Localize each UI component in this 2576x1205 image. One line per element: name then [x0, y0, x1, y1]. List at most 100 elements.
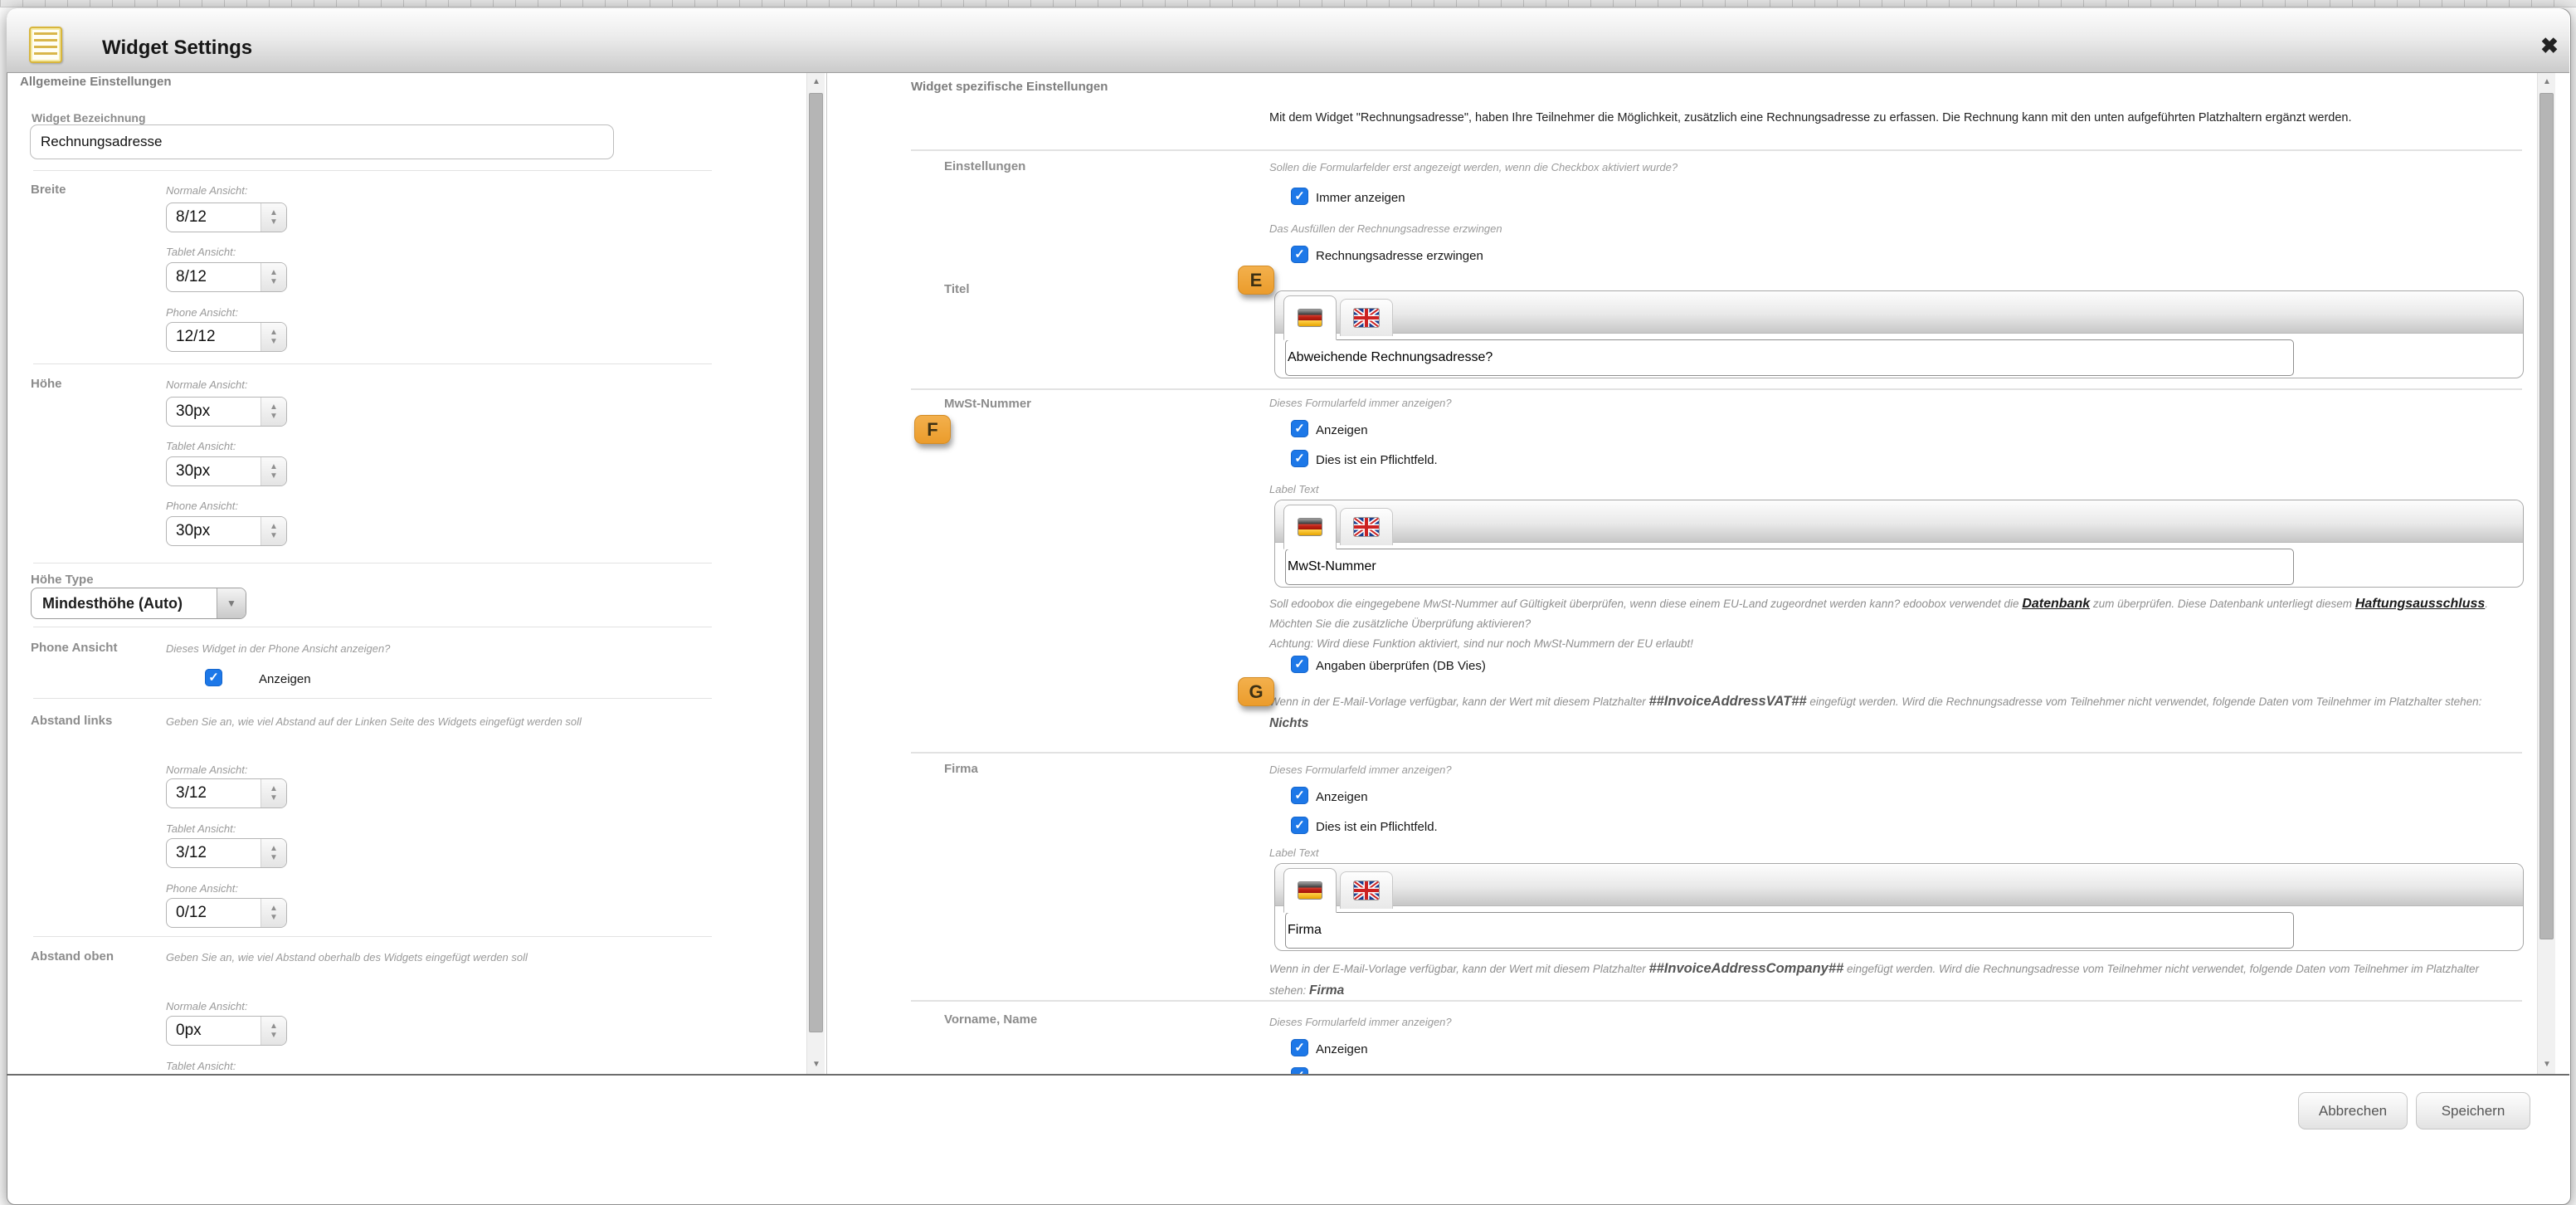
spinner-up-icon[interactable]: ▲ — [270, 209, 278, 217]
check-icon: ✓ — [1294, 789, 1305, 802]
disclaimer-link[interactable]: Haftungsausschluss — [2355, 597, 2485, 611]
vat-show-checkbox[interactable]: ✓ — [1291, 420, 1308, 437]
divider — [33, 936, 712, 937]
name-required-checkbox-clipped[interactable]: ✓ — [1291, 1067, 1308, 1074]
divider — [33, 698, 712, 699]
width-tablet-spinner[interactable]: 8/12 ▲▼ — [166, 262, 287, 292]
right-panel-scrollbar[interactable]: ▲ ▼ — [2537, 73, 2555, 1074]
spinner-down-icon[interactable]: ▼ — [270, 278, 278, 285]
spinner-buttons[interactable]: ▲▼ — [261, 263, 286, 291]
spinner-down-icon[interactable]: ▼ — [270, 218, 278, 226]
spinner-buttons[interactable]: ▲▼ — [261, 517, 286, 545]
spinner-down-icon[interactable]: ▼ — [270, 1032, 278, 1039]
spinner-up-icon[interactable]: ▲ — [270, 785, 278, 793]
scroll-down-icon[interactable]: ▼ — [807, 1056, 825, 1074]
spinner-down-icon[interactable]: ▼ — [270, 338, 278, 345]
widget-name-input[interactable] — [30, 124, 614, 159]
select-dropdown-button[interactable]: ▼ — [217, 588, 246, 618]
check-icon: ✓ — [1294, 248, 1305, 261]
height-type-select[interactable]: Mindesthöhe (Auto) ▼ — [31, 588, 246, 619]
tab-english[interactable] — [1340, 508, 1393, 545]
spinner-up-icon[interactable]: ▲ — [270, 523, 278, 530]
dialog-title: Widget Settings — [102, 37, 252, 60]
vat-label-text-caption: Label Text — [1269, 483, 1319, 495]
scroll-down-icon[interactable]: ▼ — [2538, 1056, 2556, 1074]
force-invoice-address-checkbox[interactable]: ✓ — [1291, 246, 1308, 263]
check-icon: ✓ — [1294, 658, 1305, 671]
spinner-up-icon[interactable]: ▲ — [270, 269, 278, 276]
height-phone-spinner[interactable]: 30px ▲▼ — [166, 516, 287, 546]
spinner-down-icon[interactable]: ▼ — [270, 914, 278, 921]
select-value: Mindesthöhe (Auto) — [32, 595, 217, 612]
tab-german[interactable] — [1283, 868, 1337, 913]
scroll-up-icon[interactable]: ▲ — [807, 73, 825, 91]
spinner-buttons[interactable]: ▲▼ — [261, 323, 286, 351]
database-link[interactable]: Datenbank — [2022, 597, 2090, 611]
always-show-checkbox[interactable]: ✓ — [1291, 188, 1308, 205]
vat-verify-checkbox[interactable]: ✓ — [1291, 656, 1308, 673]
spinner-value: 30px — [167, 402, 261, 421]
width-phone-spinner[interactable]: 12/12 ▲▼ — [166, 322, 287, 352]
spinner-down-icon[interactable]: ▼ — [270, 794, 278, 802]
vat-required-checkbox-label: Dies ist ein Pflichtfeld. — [1316, 453, 1438, 467]
margin-left-normal-spinner[interactable]: 3/12 ▲▼ — [166, 778, 287, 808]
vat-required-checkbox[interactable]: ✓ — [1291, 450, 1308, 467]
spinner-value: 3/12 — [167, 784, 261, 803]
name-show-checkbox[interactable]: ✓ — [1291, 1039, 1308, 1056]
divider — [33, 170, 712, 171]
height-normal-spinner[interactable]: 30px ▲▼ — [166, 397, 287, 427]
spinner-buttons[interactable]: ▲▼ — [261, 203, 286, 232]
spinner-down-icon[interactable]: ▼ — [270, 472, 278, 480]
tab-english[interactable] — [1340, 871, 1393, 909]
spinner-buttons[interactable]: ▲▼ — [261, 457, 286, 485]
tab-german[interactable] — [1283, 295, 1337, 340]
company-label-input[interactable] — [1285, 912, 2294, 949]
tab-english[interactable] — [1340, 299, 1393, 336]
spinner-buttons[interactable]: ▲▼ — [261, 839, 286, 867]
company-show-checkbox[interactable]: ✓ — [1291, 787, 1308, 804]
company-placeholder-paragraph: Wenn in der E-Mail-Vorlage verfügbar, ka… — [1269, 958, 2518, 1002]
spinner-up-icon[interactable]: ▲ — [270, 1022, 278, 1030]
scroll-up-icon[interactable]: ▲ — [2538, 73, 2556, 91]
spinner-up-icon[interactable]: ▲ — [270, 463, 278, 471]
save-button[interactable]: Speichern — [2416, 1092, 2530, 1129]
left-panel-scrollbar[interactable]: ▲ ▼ — [806, 73, 825, 1074]
uk-flag-icon — [1353, 517, 1380, 537]
divider — [911, 388, 2522, 390]
margin-left-phone-spinner[interactable]: 0/12 ▲▼ — [166, 898, 287, 928]
spinner-down-icon[interactable]: ▼ — [270, 412, 278, 420]
tab-german[interactable] — [1283, 505, 1337, 549]
spinner-down-icon[interactable]: ▼ — [270, 532, 278, 539]
cancel-button[interactable]: Abbrechen — [2298, 1092, 2408, 1129]
spinner-down-icon[interactable]: ▼ — [270, 854, 278, 861]
phone-view-checkbox[interactable]: ✓ — [205, 669, 222, 686]
close-icon[interactable]: ✖ — [2535, 32, 2564, 60]
spinner-up-icon[interactable]: ▲ — [270, 403, 278, 411]
width-normal-spinner[interactable]: 8/12 ▲▼ — [166, 202, 287, 232]
vat-label-input[interactable] — [1285, 549, 2294, 585]
normal-view-label: Normale Ansicht: — [166, 378, 248, 391]
check-icon: ✓ — [1294, 819, 1305, 832]
spinner-buttons[interactable]: ▲▼ — [261, 779, 286, 807]
spinner-up-icon[interactable]: ▲ — [270, 905, 278, 912]
scrollbar-thumb[interactable] — [809, 93, 823, 1032]
company-label-text-caption: Label Text — [1269, 846, 1319, 859]
margin-left-tablet-spinner[interactable]: 3/12 ▲▼ — [166, 838, 287, 868]
force-invoice-address-checkbox-label: Rechnungsadresse erzwingen — [1316, 249, 1483, 263]
marker-F: F — [914, 415, 951, 444]
spinner-buttons[interactable]: ▲▼ — [261, 398, 286, 426]
uk-flag-icon — [1353, 308, 1380, 328]
marker-G: G — [1238, 677, 1274, 706]
spinner-up-icon[interactable]: ▲ — [270, 845, 278, 852]
spinner-buttons[interactable]: ▲▼ — [261, 899, 286, 927]
margin-top-normal-spinner[interactable]: 0px ▲▼ — [166, 1016, 287, 1046]
title-text-input[interactable] — [1285, 339, 2294, 376]
settings-hint-1: Sollen die Formularfelder erst angezeigt… — [1269, 161, 1678, 173]
spinner-up-icon[interactable]: ▲ — [270, 329, 278, 336]
spinner-buttons[interactable]: ▲▼ — [261, 1017, 286, 1045]
vat-paragraph-text: zum überprüfen. Diese Datenbank unterlie… — [2090, 598, 2355, 610]
company-required-checkbox[interactable]: ✓ — [1291, 817, 1308, 834]
height-tablet-spinner[interactable]: 30px ▲▼ — [166, 456, 287, 486]
scrollbar-thumb[interactable] — [2539, 93, 2554, 939]
vat-verify-checkbox-label: Angaben überprüfen (DB Vies) — [1316, 659, 1486, 673]
